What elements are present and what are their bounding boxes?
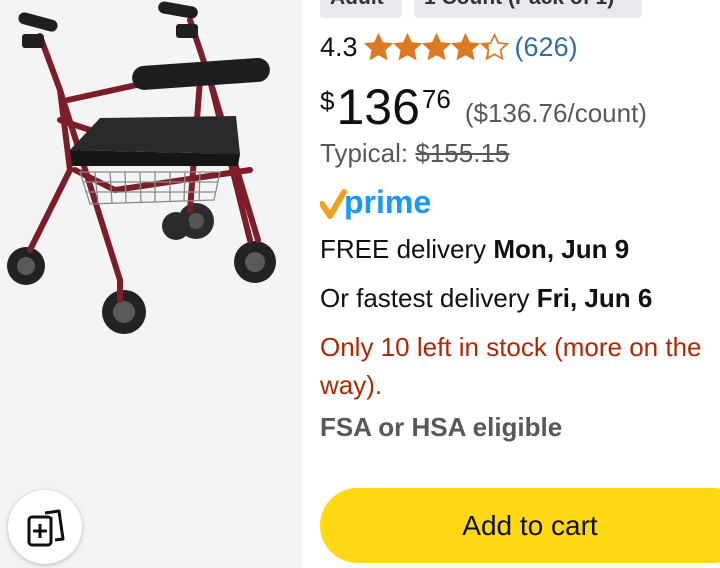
add-to-cart-button[interactable]: Add to cart bbox=[320, 488, 720, 563]
variant-chip-size[interactable]: Adult bbox=[320, 0, 402, 18]
free-delivery: FREE delivery Mon, Jun 9 bbox=[320, 234, 629, 265]
fastest-delivery-date: Fri, Jun 6 bbox=[536, 283, 653, 313]
star-icon bbox=[450, 32, 480, 60]
star-icon bbox=[479, 32, 509, 60]
compare-cards-icon bbox=[27, 509, 65, 547]
prime-check-icon bbox=[319, 189, 347, 219]
product-image[interactable] bbox=[0, 0, 302, 360]
rating-value: 4.3 bbox=[320, 31, 358, 62]
rating-stars bbox=[363, 32, 509, 62]
price: $ 136 76 ($136.76/count) bbox=[320, 78, 647, 138]
star-icon bbox=[363, 32, 393, 60]
fsa-eligible: FSA or HSA eligible bbox=[320, 412, 563, 442]
price-currency: $ bbox=[320, 86, 335, 116]
price-per-unit: ($136.76/count) bbox=[464, 98, 647, 128]
product-details: Adult 1 Count (Pack of 1) 4.3 (626) $ 13… bbox=[302, 0, 720, 568]
fastest-delivery: Or fastest delivery Fri, Jun 6 bbox=[320, 283, 652, 314]
star-icon bbox=[421, 32, 451, 60]
price-fraction: 76 bbox=[421, 84, 451, 114]
prime-wordmark: prime bbox=[344, 186, 431, 220]
fastest-delivery-label: Or fastest delivery bbox=[320, 283, 530, 313]
typical-price-value: $155.15 bbox=[415, 138, 510, 168]
rating-row[interactable]: 4.3 (626) bbox=[320, 28, 578, 66]
compare-button[interactable] bbox=[8, 490, 82, 564]
star-icon bbox=[392, 32, 422, 60]
add-to-cart-label: Add to cart bbox=[462, 509, 598, 541]
price-whole: 136 bbox=[336, 79, 420, 135]
free-delivery-label: FREE delivery bbox=[320, 234, 487, 264]
product-image-panel bbox=[0, 0, 302, 568]
variant-chip-pack[interactable]: 1 Count (Pack of 1) bbox=[414, 0, 642, 18]
prime-badge: prime bbox=[319, 184, 448, 229]
typical-price: Typical: $155.15 bbox=[320, 138, 509, 169]
free-delivery-date: Mon, Jun 9 bbox=[493, 234, 630, 264]
typical-label: Typical: bbox=[320, 138, 409, 168]
stock-status: Only 10 left in stock (more on the way). bbox=[320, 332, 702, 400]
review-count-link[interactable]: (626) bbox=[515, 32, 578, 63]
